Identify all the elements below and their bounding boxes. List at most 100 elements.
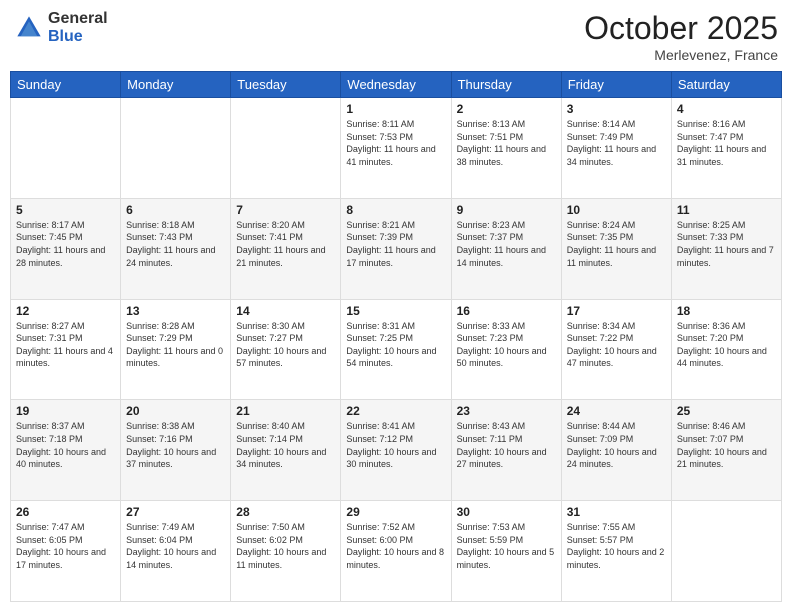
cell-date: 18 xyxy=(677,304,776,318)
cell-date: 16 xyxy=(457,304,556,318)
cell-date: 14 xyxy=(236,304,335,318)
calendar-table: SundayMondayTuesdayWednesdayThursdayFrid… xyxy=(10,71,782,602)
calendar-cell: 7 Sunrise: 8:20 AMSunset: 7:41 PMDaylight… xyxy=(231,198,341,299)
calendar-cell: 21Sunrise: 8:40 AMSunset: 7:14 PMDayligh… xyxy=(231,400,341,501)
cell-info: Sunrise: 8:36 AMSunset: 7:20 PMDaylight:… xyxy=(677,321,767,369)
calendar-cell xyxy=(231,98,341,199)
cell-info: Sunrise: 8:30 AMSunset: 7:27 PMDaylight:… xyxy=(236,321,326,369)
day-header-tuesday: Tuesday xyxy=(231,72,341,98)
calendar-cell: 17 Sunrise: 8:34 AMSunset: 7:22 PMDayligh… xyxy=(561,299,671,400)
calendar-cell: 9Sunrise: 8:23 AMSunset: 7:37 PMDaylight… xyxy=(451,198,561,299)
header: General Blue October 2025 Merlevenez, Fr… xyxy=(10,10,782,63)
cell-info: Sunrise: 8:46 AMSunset: 7:07 PMDaylight:… xyxy=(677,421,767,469)
cell-info: Sunrise: 8:21 AMSunset: 7:39 PMDaylight:… xyxy=(346,220,435,268)
day-header-thursday: Thursday xyxy=(451,72,561,98)
calendar-cell: 30 Sunrise: 7:53 AMSunset: 5:59 PMDayligh… xyxy=(451,501,561,602)
cell-info: Sunrise: 8:34 AMSunset: 7:22 PMDaylight:… xyxy=(567,321,657,369)
calendar-cell: 23Sunrise: 8:43 AMSunset: 7:11 PMDayligh… xyxy=(451,400,561,501)
cell-date: 26 xyxy=(16,505,115,519)
calendar-cell: 1 Sunrise: 8:11 AMSunset: 7:53 PMDaylight… xyxy=(341,98,451,199)
cell-date: 1 xyxy=(346,102,445,116)
cell-info: Sunrise: 8:37 AMSunset: 7:18 PMDaylight:… xyxy=(16,421,106,469)
cell-info: Sunrise: 7:50 AMSunset: 6:02 PMDaylight:… xyxy=(236,522,326,570)
calendar-cell: 18 Sunrise: 8:36 AMSunset: 7:20 PMDayligh… xyxy=(671,299,781,400)
calendar-cell: 19Sunrise: 8:37 AMSunset: 7:18 PMDayligh… xyxy=(11,400,121,501)
cell-date: 25 xyxy=(677,404,776,418)
cell-info: Sunrise: 8:41 AMSunset: 7:12 PMDaylight:… xyxy=(346,421,436,469)
title-block: October 2025 Merlevenez, France xyxy=(584,10,778,63)
cell-date: 4 xyxy=(677,102,776,116)
cell-date: 13 xyxy=(126,304,225,318)
cell-date: 31 xyxy=(567,505,666,519)
calendar-week-2: 5 Sunrise: 8:17 AMSunset: 7:45 PMDaylight… xyxy=(11,198,782,299)
logo-text: General Blue xyxy=(48,10,108,45)
cell-date: 6 xyxy=(126,203,225,217)
calendar-cell: 26 Sunrise: 7:47 AMSunset: 6:05 PMDayligh… xyxy=(11,501,121,602)
cell-date: 30 xyxy=(457,505,556,519)
calendar-header-row: SundayMondayTuesdayWednesdayThursdayFrid… xyxy=(11,72,782,98)
calendar-week-4: 19Sunrise: 8:37 AMSunset: 7:18 PMDayligh… xyxy=(11,400,782,501)
calendar-week-3: 12 Sunrise: 8:27 AMSunset: 7:31 PMDayligh… xyxy=(11,299,782,400)
cell-date: 23 xyxy=(457,404,556,418)
location: Merlevenez, France xyxy=(584,47,778,63)
cell-info: Sunrise: 8:28 AMSunset: 7:29 PMDaylight:… xyxy=(126,321,223,369)
calendar-cell: 12 Sunrise: 8:27 AMSunset: 7:31 PMDayligh… xyxy=(11,299,121,400)
calendar-cell: 22 Sunrise: 8:41 AMSunset: 7:12 PMDayligh… xyxy=(341,400,451,501)
cell-info: Sunrise: 8:23 AMSunset: 7:37 PMDaylight:… xyxy=(457,220,546,268)
month-title: October 2025 xyxy=(584,10,778,47)
cell-info: Sunrise: 8:11 AMSunset: 7:53 PMDaylight:… xyxy=(346,119,435,167)
calendar-cell: 11Sunrise: 8:25 AMSunset: 7:33 PMDayligh… xyxy=(671,198,781,299)
cell-info: Sunrise: 8:44 AMSunset: 7:09 PMDaylight:… xyxy=(567,421,657,469)
cell-date: 24 xyxy=(567,404,666,418)
cell-date: 5 xyxy=(16,203,115,217)
calendar-cell: 2 Sunrise: 8:13 AMSunset: 7:51 PMDaylight… xyxy=(451,98,561,199)
cell-info: Sunrise: 7:52 AMSunset: 6:00 PMDaylight:… xyxy=(346,522,444,570)
calendar-cell xyxy=(11,98,121,199)
cell-date: 7 xyxy=(236,203,335,217)
calendar-cell: 20 Sunrise: 8:38 AMSunset: 7:16 PMDayligh… xyxy=(121,400,231,501)
cell-info: Sunrise: 8:13 AMSunset: 7:51 PMDaylight:… xyxy=(457,119,546,167)
cell-date: 29 xyxy=(346,505,445,519)
calendar-cell: 28 Sunrise: 7:50 AMSunset: 6:02 PMDayligh… xyxy=(231,501,341,602)
calendar-cell: 29 Sunrise: 7:52 AMSunset: 6:00 PMDayligh… xyxy=(341,501,451,602)
cell-info: Sunrise: 8:31 AMSunset: 7:25 PMDaylight:… xyxy=(346,321,436,369)
calendar-cell: 13 Sunrise: 8:28 AMSunset: 7:29 PMDayligh… xyxy=(121,299,231,400)
logo: General Blue xyxy=(14,10,108,45)
calendar-cell: 25 Sunrise: 8:46 AMSunset: 7:07 PMDayligh… xyxy=(671,400,781,501)
calendar-cell: 16 Sunrise: 8:33 AMSunset: 7:23 PMDayligh… xyxy=(451,299,561,400)
cell-date: 8 xyxy=(346,203,445,217)
calendar-cell: 5 Sunrise: 8:17 AMSunset: 7:45 PMDaylight… xyxy=(11,198,121,299)
cell-info: Sunrise: 7:53 AMSunset: 5:59 PMDaylight:… xyxy=(457,522,555,570)
cell-date: 15 xyxy=(346,304,445,318)
cell-info: Sunrise: 8:25 AMSunset: 7:33 PMDaylight:… xyxy=(677,220,774,268)
logo-blue-text: Blue xyxy=(48,28,108,46)
calendar-week-1: 1 Sunrise: 8:11 AMSunset: 7:53 PMDaylight… xyxy=(11,98,782,199)
cell-date: 10 xyxy=(567,203,666,217)
calendar-cell xyxy=(671,501,781,602)
calendar-cell: 24 Sunrise: 8:44 AMSunset: 7:09 PMDayligh… xyxy=(561,400,671,501)
cell-date: 2 xyxy=(457,102,556,116)
calendar-cell: 15 Sunrise: 8:31 AMSunset: 7:25 PMDayligh… xyxy=(341,299,451,400)
day-header-monday: Monday xyxy=(121,72,231,98)
cell-info: Sunrise: 7:47 AMSunset: 6:05 PMDaylight:… xyxy=(16,522,106,570)
cell-info: Sunrise: 8:18 AMSunset: 7:43 PMDaylight:… xyxy=(126,220,215,268)
cell-date: 12 xyxy=(16,304,115,318)
cell-info: Sunrise: 7:49 AMSunset: 6:04 PMDaylight:… xyxy=(126,522,216,570)
cell-info: Sunrise: 8:40 AMSunset: 7:14 PMDaylight:… xyxy=(236,421,326,469)
cell-date: 17 xyxy=(567,304,666,318)
cell-info: Sunrise: 8:27 AMSunset: 7:31 PMDaylight:… xyxy=(16,321,113,369)
calendar-cell: 27 Sunrise: 7:49 AMSunset: 6:04 PMDayligh… xyxy=(121,501,231,602)
cell-info: Sunrise: 7:55 AMSunset: 5:57 PMDaylight:… xyxy=(567,522,665,570)
cell-date: 27 xyxy=(126,505,225,519)
cell-info: Sunrise: 8:38 AMSunset: 7:16 PMDaylight:… xyxy=(126,421,216,469)
cell-date: 3 xyxy=(567,102,666,116)
cell-info: Sunrise: 8:17 AMSunset: 7:45 PMDaylight:… xyxy=(16,220,105,268)
cell-date: 22 xyxy=(346,404,445,418)
day-header-friday: Friday xyxy=(561,72,671,98)
cell-date: 28 xyxy=(236,505,335,519)
logo-general-text: General xyxy=(48,10,108,28)
calendar-cell: 14 Sunrise: 8:30 AMSunset: 7:27 PMDayligh… xyxy=(231,299,341,400)
cell-date: 20 xyxy=(126,404,225,418)
cell-info: Sunrise: 8:33 AMSunset: 7:23 PMDaylight:… xyxy=(457,321,547,369)
cell-info: Sunrise: 8:20 AMSunset: 7:41 PMDaylight:… xyxy=(236,220,325,268)
